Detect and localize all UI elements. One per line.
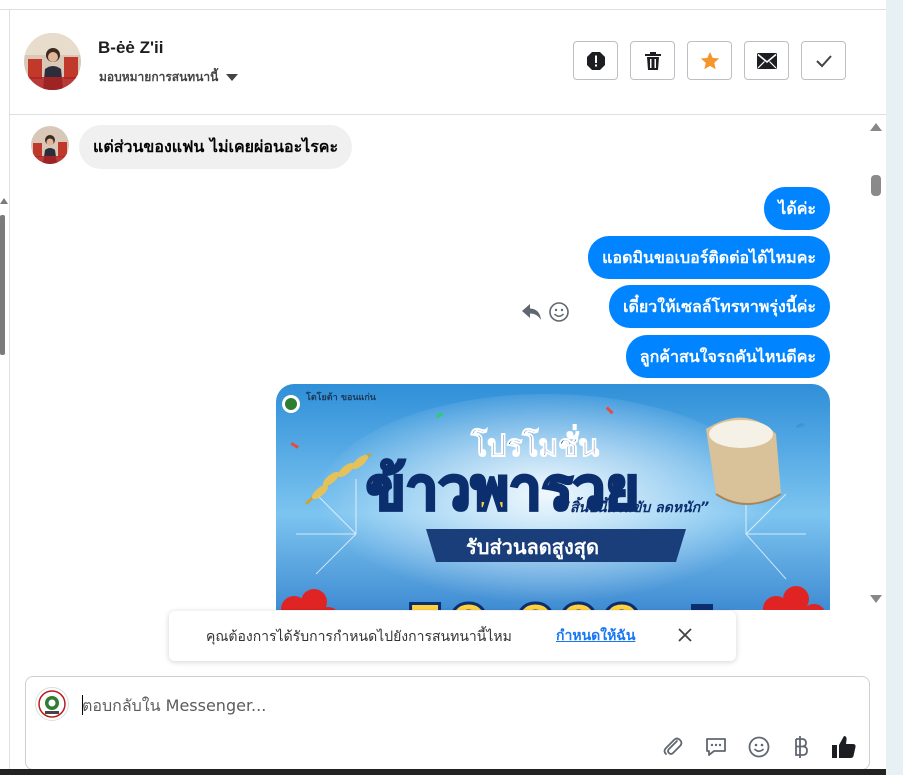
promo-discount-label: รับส่วนลดสูงสุด xyxy=(466,535,599,561)
reply-composer xyxy=(25,676,870,770)
emoji-icon xyxy=(748,736,770,758)
payment-button[interactable] xyxy=(788,734,814,760)
reply-input[interactable] xyxy=(82,693,682,717)
promo-discount-value: 50,000 xyxy=(404,591,643,610)
mail-icon xyxy=(756,52,777,69)
sender-avatar xyxy=(31,126,69,164)
text-cursor xyxy=(82,695,83,715)
mark-unread-button[interactable] xyxy=(744,41,789,80)
outgoing-message[interactable]: แอดมินขอเบอร์ติดต่อได้ไหมคะ xyxy=(588,236,830,279)
assign-prompt-toast: คุณต้องการได้รับการกำหนดไปยังการสนทนานี้… xyxy=(169,611,736,661)
contact-name: B-ėė Z'ii xyxy=(98,38,164,57)
saved-reply-icon xyxy=(706,738,726,756)
assign-label: มอบหมายการสนทนานี้ xyxy=(99,70,219,84)
left-scrollbar-thumb[interactable] xyxy=(0,215,5,355)
left-scroll-up-arrow[interactable] xyxy=(0,198,8,204)
close-icon xyxy=(678,628,692,642)
promo-logo-text: โตโยต้า ขอนแก่น xyxy=(305,391,377,403)
thread-scroll-down-arrow[interactable] xyxy=(870,595,882,603)
message-thread[interactable]: แต่ส่วนของแฟน ไม่เคยผ่อนอะไรคะ ได้ค่ะ แอ… xyxy=(10,115,886,610)
attach-file-button[interactable] xyxy=(660,734,686,760)
toast-message: คุณต้องการได้รับการกำหนดไปยังการสนทนานี้… xyxy=(206,629,512,645)
reply-icon[interactable] xyxy=(521,302,543,322)
bottom-edge-bar xyxy=(0,769,886,775)
promo-image-message[interactable]: โตโยต้า ขอนแก่น โปรโมชั่น ข้าวพารวย “สิ้… xyxy=(276,384,830,610)
thread-scroll-up-arrow[interactable] xyxy=(870,123,882,131)
toast-close-button[interactable] xyxy=(674,624,696,646)
baht-icon xyxy=(795,736,808,758)
spam-icon xyxy=(586,51,605,70)
star-icon xyxy=(700,51,719,69)
trash-icon xyxy=(644,51,661,70)
delete-button[interactable] xyxy=(630,41,675,80)
rice-sack-right xyxy=(706,417,782,505)
outgoing-message[interactable]: ได้ค่ะ xyxy=(764,187,830,230)
assign-conversation-dropdown[interactable]: มอบหมายการสนทนานี้ xyxy=(99,68,239,87)
thread-scrollbar-thumb[interactable] xyxy=(871,175,881,196)
incoming-message[interactable]: แต่ส่วนของแฟน ไม่เคยผ่อนอะไรคะ xyxy=(79,125,353,169)
saved-reply-button[interactable] xyxy=(703,734,729,760)
contact-avatar[interactable] xyxy=(24,33,81,90)
right-edge-strip xyxy=(886,0,903,775)
follow-up-button[interactable] xyxy=(687,41,732,80)
emoji-button[interactable] xyxy=(746,734,772,760)
outgoing-message[interactable]: ลูกค้าสนใจรถคันไหนดีคะ xyxy=(625,335,830,378)
assign-to-me-link[interactable]: กำหนดให้ฉัน xyxy=(556,625,635,647)
check-icon xyxy=(815,54,832,67)
mark-done-button[interactable] xyxy=(801,41,846,80)
chevron-down-icon xyxy=(226,74,239,81)
conversation-header: B-ėė Z'ii มอบหมายการสนทนานี้ xyxy=(10,10,886,115)
emoji-react-icon[interactable] xyxy=(548,301,570,323)
like-button[interactable] xyxy=(831,734,857,760)
page-avatar xyxy=(35,687,69,721)
like-icon xyxy=(832,736,856,758)
inbox-panel: B-ėė Z'ii มอบหมายการสนทนานี้ แต่ส่วนของแ… xyxy=(0,0,886,775)
outgoing-message[interactable]: เดี๋ยวให้เซลล์โทรหาพรุ่งนี้ค่ะ xyxy=(609,285,830,328)
mark-spam-button[interactable] xyxy=(573,41,618,80)
paperclip-icon xyxy=(663,737,683,755)
